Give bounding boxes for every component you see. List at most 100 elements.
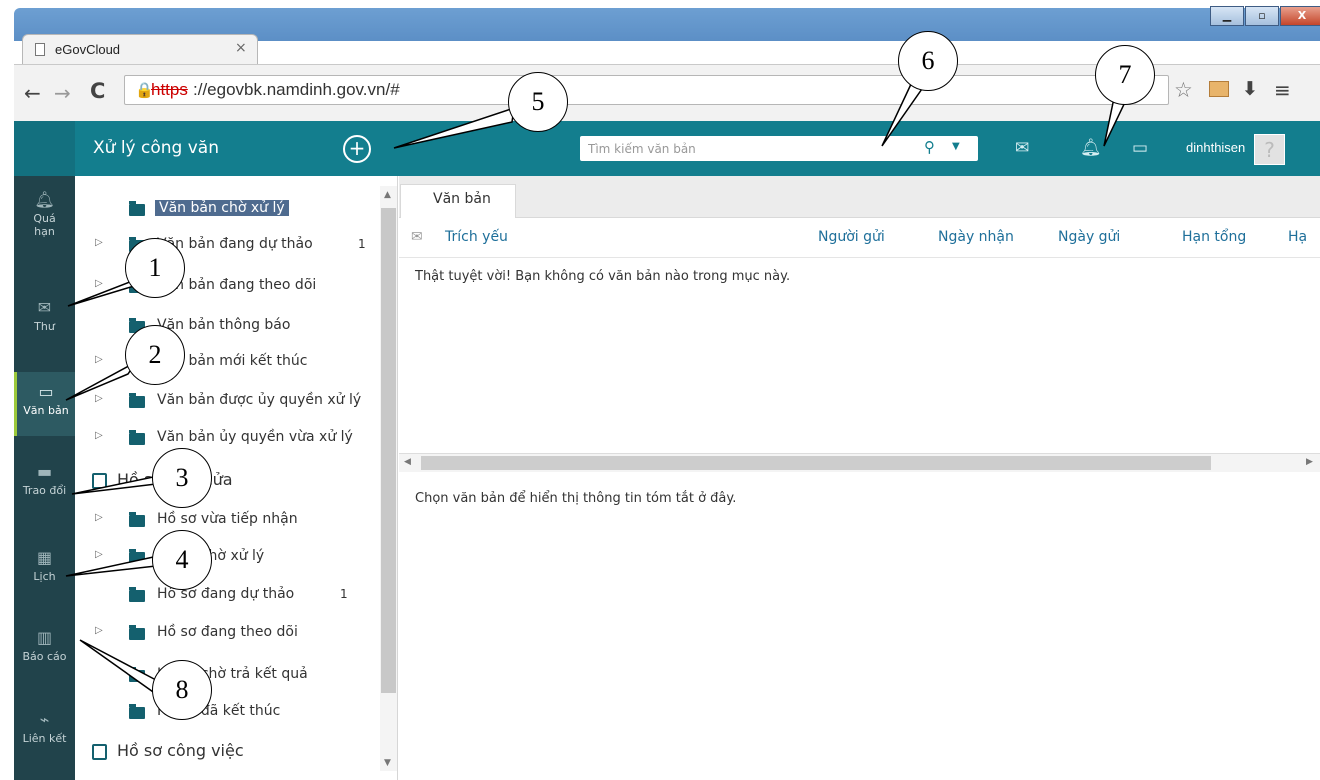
callout-5: 5 bbox=[508, 72, 568, 132]
scroll-thumb[interactable] bbox=[381, 208, 396, 693]
add-button[interactable]: + bbox=[343, 135, 371, 163]
folder-icon bbox=[129, 587, 145, 602]
nav-item-bao-cao[interactable]: ▥ Báo cáo bbox=[14, 628, 75, 678]
nav-item-lien-ket[interactable]: ⌁ Liên kết bbox=[14, 710, 75, 760]
folder-icon: ▭ bbox=[38, 382, 54, 401]
extension-icon[interactable] bbox=[1209, 81, 1229, 97]
tree-scrollbar[interactable]: ▲ ▼ bbox=[380, 186, 397, 771]
folder-icon bbox=[129, 512, 145, 527]
tree-group-label: Hồ sơ công việc bbox=[117, 741, 244, 760]
expand-arrow-icon[interactable]: ▷ bbox=[95, 549, 103, 560]
browser-menu-icon[interactable]: ≡ bbox=[1274, 78, 1291, 102]
nav-label: Liên kết bbox=[22, 732, 67, 745]
folder-icon bbox=[129, 549, 145, 564]
bell-icon[interactable]: 🔔︎ bbox=[1080, 138, 1102, 158]
tree-item[interactable]: Hồ sơ đang dự thảo 1 bbox=[75, 582, 375, 608]
back-icon[interactable]: ← bbox=[24, 81, 41, 105]
link-icon: ⌁ bbox=[39, 710, 50, 729]
nav-label: Lịch bbox=[33, 570, 56, 583]
tree-item[interactable]: ▷ Văn bản ủy quyền vừa xử lý bbox=[75, 425, 375, 451]
summary-message: Chọn văn bản để hiển thị thông tin tóm t… bbox=[415, 491, 737, 506]
nav-item-qua-han[interactable]: 🔔︎ Quá hạn bbox=[14, 190, 75, 270]
folder-tree: Văn bản chờ xử lý ▷ Văn bản đang dự thảo… bbox=[75, 176, 398, 780]
tree-group[interactable]: Hồ sơ công việc bbox=[75, 739, 375, 765]
tree-item[interactable]: ▷ Văn bản được ủy quyền xử lý bbox=[75, 388, 375, 414]
column-header[interactable]: Ngày gửi bbox=[1058, 229, 1120, 245]
scroll-down-icon[interactable]: ▼ bbox=[384, 758, 391, 768]
download-icon[interactable]: ⬇ bbox=[1242, 78, 1258, 100]
url-text: ://egovbk.namdinh.gov.vn/# bbox=[193, 80, 400, 99]
search-input[interactable] bbox=[588, 139, 908, 158]
search-dropdown-icon[interactable]: ▼ bbox=[952, 141, 960, 152]
scroll-left-icon[interactable]: ◀ bbox=[404, 457, 411, 467]
horizontal-scrollbar[interactable]: ◀ ▶ bbox=[399, 453, 1320, 472]
expand-arrow-icon[interactable]: ▷ bbox=[95, 512, 103, 523]
column-header[interactable]: Người gửi bbox=[818, 229, 885, 245]
folder-icon bbox=[129, 667, 145, 682]
tree-item[interactable]: Văn bản thông báo bbox=[75, 313, 375, 339]
window-controls: ▁ ▫ X bbox=[1210, 6, 1320, 26]
tree-item[interactable]: ▷ Văn bản đang theo dõi bbox=[75, 273, 375, 299]
tree-item-label: Văn bản thông báo bbox=[157, 317, 291, 333]
nav-label: Thư bbox=[34, 320, 55, 333]
tree-item[interactable]: ▷ Hồ sơ đang theo dõi bbox=[75, 620, 375, 646]
expand-arrow-icon[interactable]: ▷ bbox=[95, 625, 103, 636]
tree-item[interactable]: ▷ Hồ sơ vừa tiếp nhận bbox=[75, 507, 375, 533]
expand-arrow-icon[interactable]: ▷ bbox=[95, 278, 103, 289]
nav-item-trao-doi[interactable]: ▬ Trao đổi bbox=[14, 462, 75, 512]
nav-item-van-ban[interactable]: ▭ Văn bản bbox=[14, 372, 75, 436]
mail-icon[interactable]: ✉ bbox=[1015, 138, 1029, 158]
tree-item[interactable]: ▷ Hồ sơ chờ xử lý bbox=[75, 544, 375, 570]
tab-close-icon[interactable]: × bbox=[235, 40, 247, 56]
tree-item[interactable]: ▷ Văn bản mới kết thúc bbox=[75, 349, 375, 375]
nav-item-thu[interactable]: ✉ Thư bbox=[14, 298, 75, 348]
envelope-icon: ✉ bbox=[411, 229, 423, 245]
scroll-right-icon[interactable]: ▶ bbox=[1306, 457, 1313, 467]
bookmark-star-icon[interactable]: ☆ bbox=[1174, 78, 1193, 102]
nav-item-lich[interactable]: ▦ Lịch bbox=[14, 548, 75, 598]
tree-item[interactable]: Hồ sơ chờ trả kết quả bbox=[75, 662, 375, 688]
tab-van-ban[interactable]: Văn bản bbox=[400, 184, 516, 218]
tree-item[interactable]: Văn bản chờ xử lý bbox=[75, 196, 375, 222]
page-icon bbox=[35, 43, 45, 56]
maximize-button[interactable]: ▫ bbox=[1245, 6, 1279, 26]
column-header[interactable]: Hạn tổng bbox=[1182, 229, 1246, 245]
minimize-button[interactable]: ▁ bbox=[1210, 6, 1244, 26]
expand-arrow-icon[interactable]: ▷ bbox=[95, 237, 103, 248]
item-count: 1 bbox=[358, 237, 366, 251]
close-window-button[interactable]: X bbox=[1280, 6, 1320, 26]
callout-8: 8 bbox=[152, 660, 212, 720]
callout-6: 6 bbox=[898, 31, 958, 91]
username[interactable]: dinhthisen bbox=[1186, 140, 1245, 155]
expand-arrow-icon[interactable]: ▷ bbox=[95, 354, 103, 365]
tree-group[interactable]: Hồ sơ một cửa bbox=[75, 468, 375, 494]
url-field[interactable]: 🔒 https ://egovbk.namdinh.gov.vn/# bbox=[124, 75, 1169, 105]
column-header[interactable]: Ngày nhận bbox=[938, 229, 1014, 245]
column-header[interactable]: Hạ bbox=[1288, 229, 1307, 245]
screen: ▁ ▫ X eGovCloud × + ← → C 🔒 https ://ego… bbox=[0, 0, 1320, 780]
forward-icon[interactable]: → bbox=[54, 81, 71, 105]
table-header: ✉ Trích yếu Người gửi Ngày nhận Ngày gửi… bbox=[399, 218, 1320, 258]
expand-arrow-icon[interactable]: ▷ bbox=[95, 393, 103, 404]
callout-1: 1 bbox=[125, 238, 185, 298]
browser-tab[interactable]: eGovCloud × bbox=[22, 34, 258, 64]
mail-icon: ✉ bbox=[37, 298, 52, 317]
reload-icon[interactable]: C bbox=[90, 79, 105, 103]
new-tab-button[interactable]: + bbox=[273, 41, 288, 62]
scroll-up-icon[interactable]: ▲ bbox=[384, 190, 391, 200]
tree-item[interactable]: Hồ sơ đã kết thúc bbox=[75, 699, 375, 725]
empty-message: Thật tuyệt vời! Bạn không có văn bản nào… bbox=[415, 269, 791, 284]
search-icon[interactable]: ⚲ bbox=[924, 138, 935, 156]
avatar[interactable]: ? bbox=[1254, 134, 1285, 165]
nav-label: Trao đổi bbox=[22, 484, 67, 497]
app-header: Xử lý công văn + ⚲ ▼ ✉ 🔔︎ ▭ dinhthisen ? bbox=[14, 121, 1320, 176]
column-header[interactable]: Trích yếu bbox=[445, 229, 508, 245]
expand-arrow-icon[interactable]: ▷ bbox=[95, 430, 103, 441]
search-box: ⚲ ▼ bbox=[580, 136, 978, 161]
tree-item[interactable]: ▷ Văn bản đang dự thảo 1 bbox=[75, 232, 375, 258]
scroll-thumb[interactable] bbox=[421, 456, 1211, 470]
folder-icon bbox=[129, 625, 145, 640]
chat-icon[interactable]: ▭ bbox=[1132, 138, 1148, 158]
chat-icon: ▬ bbox=[36, 462, 53, 481]
header-corner bbox=[14, 121, 75, 176]
